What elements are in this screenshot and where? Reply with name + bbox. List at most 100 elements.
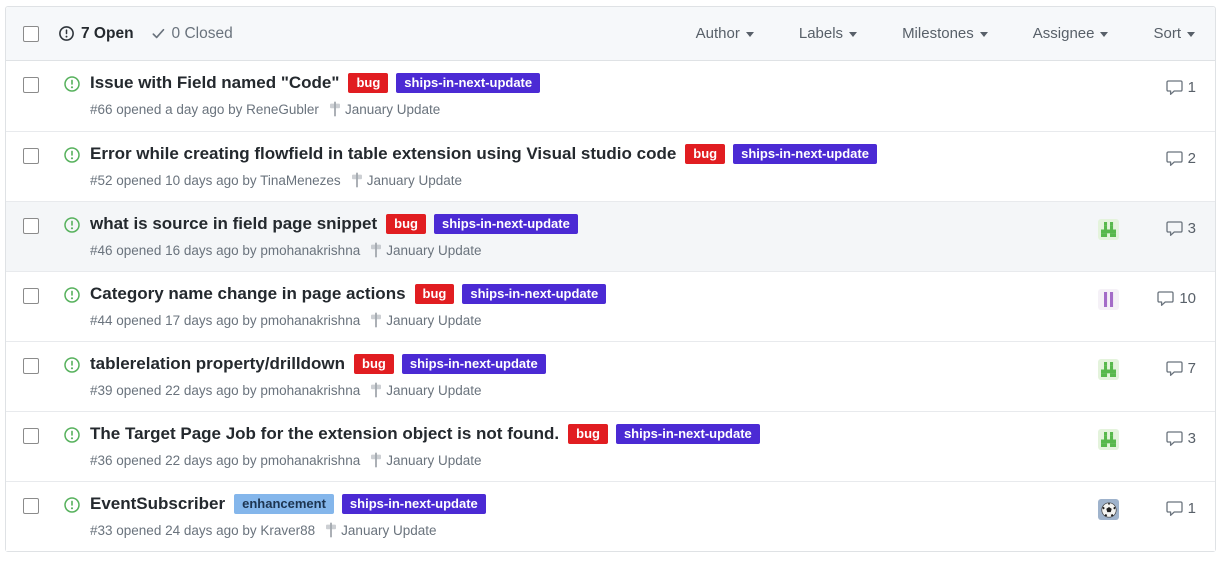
milestone-label: January Update bbox=[344, 101, 441, 117]
comments-link[interactable]: 3 bbox=[1119, 213, 1215, 237]
label-ships-in-next-update[interactable]: ships-in-next-update bbox=[733, 144, 877, 165]
green-identicon-avatar[interactable] bbox=[1098, 429, 1119, 450]
milestone-link[interactable]: January Update bbox=[370, 452, 482, 468]
filter-milestones[interactable]: Milestones bbox=[902, 25, 988, 42]
label-bug[interactable]: bug bbox=[354, 354, 394, 375]
milestone-icon bbox=[351, 172, 362, 188]
chevron-down-icon bbox=[849, 32, 858, 37]
closed-count-label: 0 Closed bbox=[171, 24, 233, 42]
issue-row: Error while creating flowfield in table … bbox=[6, 131, 1215, 201]
issue-title-link[interactable]: Category name change in page actions bbox=[90, 283, 406, 305]
milestone-link[interactable]: January Update bbox=[370, 312, 482, 328]
milestone-link[interactable]: January Update bbox=[370, 382, 482, 398]
assignee-avatar-slot bbox=[1098, 359, 1119, 380]
filter-labels[interactable]: Labels bbox=[799, 25, 858, 42]
comment-count: 1 bbox=[1187, 500, 1196, 517]
issue-title-link[interactable]: Error while creating flowfield in table … bbox=[90, 143, 676, 165]
issue-rows: Issue with Field named "Code" bug ships-i… bbox=[6, 61, 1215, 551]
comments-link[interactable]: 2 bbox=[1119, 143, 1215, 167]
label-ships-in-next-update[interactable]: ships-in-next-update bbox=[341, 494, 486, 515]
label-ships-in-next-update[interactable]: ships-in-next-update bbox=[615, 424, 760, 445]
assignee-avatar-slot bbox=[1098, 289, 1119, 310]
milestone-link[interactable]: January Update bbox=[351, 172, 462, 188]
issue-title-link[interactable]: EventSubscriber bbox=[90, 493, 225, 515]
comment-icon bbox=[1157, 291, 1174, 306]
filter-milestones-label: Milestones bbox=[902, 25, 974, 42]
comment-icon bbox=[1166, 151, 1183, 166]
comment-icon bbox=[1166, 80, 1183, 95]
comment-icon bbox=[1166, 501, 1183, 516]
label-bug[interactable]: bug bbox=[386, 214, 426, 235]
milestone-label: January Update bbox=[386, 242, 482, 258]
milestone-icon bbox=[371, 312, 382, 328]
green-identicon-avatar[interactable] bbox=[1098, 359, 1119, 380]
issues-list: 7 Open 0 Closed Author Labels Milestones bbox=[5, 6, 1216, 552]
issue-labels: bug ships-in-next-update bbox=[568, 424, 760, 445]
issue-opened-icon bbox=[59, 26, 74, 41]
label-bug[interactable]: bug bbox=[414, 284, 455, 305]
milestone-link[interactable]: January Update bbox=[370, 242, 482, 258]
closed-issues-tab[interactable]: 0 Closed bbox=[151, 25, 233, 43]
issue-opened-icon bbox=[64, 217, 80, 233]
issue-select-checkbox[interactable] bbox=[23, 498, 39, 514]
label-ships-in-next-update[interactable]: ships-in-next-update bbox=[396, 73, 541, 94]
issue-row: Issue with Field named "Code" bug ships-i… bbox=[6, 61, 1215, 131]
assignee-avatar-slot bbox=[1098, 429, 1119, 450]
issue-row: The Target Page Job for the extension ob… bbox=[6, 411, 1215, 481]
issue-select-checkbox[interactable] bbox=[23, 218, 39, 234]
issue-row: tablerelation property/drilldown bug ship… bbox=[6, 341, 1215, 411]
open-issues-tab[interactable]: 7 Open bbox=[58, 25, 134, 43]
filter-sort[interactable]: Sort bbox=[1153, 25, 1195, 42]
issue-labels: bug ships-in-next-update bbox=[685, 144, 877, 165]
milestone-icon bbox=[371, 382, 382, 398]
comments-link[interactable]: 1 bbox=[1119, 72, 1215, 96]
comments-link[interactable]: 1 bbox=[1119, 493, 1215, 517]
issue-opened-icon bbox=[64, 76, 80, 92]
issue-row: what is source in field page snippet bug… bbox=[6, 201, 1215, 271]
issue-select-checkbox[interactable] bbox=[23, 148, 39, 164]
label-ships-in-next-update[interactable]: ships-in-next-update bbox=[434, 214, 578, 235]
milestone-icon bbox=[329, 101, 340, 117]
comments-link[interactable]: 10 bbox=[1119, 283, 1215, 307]
comment-icon bbox=[1166, 431, 1183, 446]
comment-count: 3 bbox=[1187, 220, 1196, 237]
filter-assignee-label: Assignee bbox=[1032, 25, 1095, 42]
issue-state-tabs: 7 Open 0 Closed bbox=[58, 25, 233, 43]
label-bug[interactable]: bug bbox=[568, 424, 608, 445]
issue-title-link[interactable]: Issue with Field named "Code" bbox=[90, 72, 339, 94]
issue-title-link[interactable]: tablerelation property/drilldown bbox=[90, 353, 345, 375]
issue-select-checkbox[interactable] bbox=[23, 428, 39, 444]
issue-row: EventSubscriber enhancement ships-in-next… bbox=[6, 481, 1215, 551]
filter-author[interactable]: Author bbox=[696, 25, 754, 42]
label-ships-in-next-update[interactable]: ships-in-next-update bbox=[401, 354, 546, 375]
milestone-link[interactable]: January Update bbox=[329, 101, 440, 117]
assignee-avatar-slot bbox=[1098, 499, 1119, 520]
issue-select-checkbox[interactable] bbox=[23, 358, 39, 374]
label-enhancement[interactable]: enhancement bbox=[234, 494, 334, 515]
soccer-ball-photo-avatar[interactable] bbox=[1098, 499, 1119, 520]
issue-title-link[interactable]: what is source in field page snippet bbox=[90, 213, 377, 235]
issue-meta-text: #44 opened 17 days ago by pmohanakrishna bbox=[90, 312, 361, 328]
issue-select-checkbox[interactable] bbox=[23, 288, 39, 304]
purple-identicon-avatar[interactable] bbox=[1098, 289, 1119, 310]
comment-count: 2 bbox=[1187, 150, 1196, 167]
milestone-label: January Update bbox=[386, 452, 482, 468]
issue-opened-icon bbox=[64, 497, 80, 513]
issue-opened-icon bbox=[64, 287, 80, 303]
select-all-checkbox[interactable] bbox=[23, 25, 39, 42]
issue-meta-text: #66 opened a day ago by ReneGubler bbox=[90, 101, 319, 117]
issues-list-header: 7 Open 0 Closed Author Labels Milestones bbox=[6, 7, 1215, 61]
green-identicon-avatar[interactable] bbox=[1098, 219, 1119, 240]
label-bug[interactable]: bug bbox=[685, 144, 726, 165]
label-bug[interactable]: bug bbox=[348, 73, 389, 94]
filter-assignee[interactable]: Assignee bbox=[1033, 25, 1109, 42]
issue-select-checkbox[interactable] bbox=[23, 77, 39, 93]
comments-link[interactable]: 7 bbox=[1119, 353, 1215, 377]
issue-opened-icon bbox=[64, 357, 80, 373]
label-ships-in-next-update[interactable]: ships-in-next-update bbox=[462, 284, 607, 305]
milestone-link[interactable]: January Update bbox=[325, 522, 436, 538]
comments-link[interactable]: 3 bbox=[1119, 423, 1215, 447]
milestone-icon bbox=[326, 522, 337, 538]
issue-title-link[interactable]: The Target Page Job for the extension ob… bbox=[90, 423, 559, 445]
issue-meta-text: #39 opened 22 days ago by pmohanakrishna bbox=[90, 382, 361, 398]
